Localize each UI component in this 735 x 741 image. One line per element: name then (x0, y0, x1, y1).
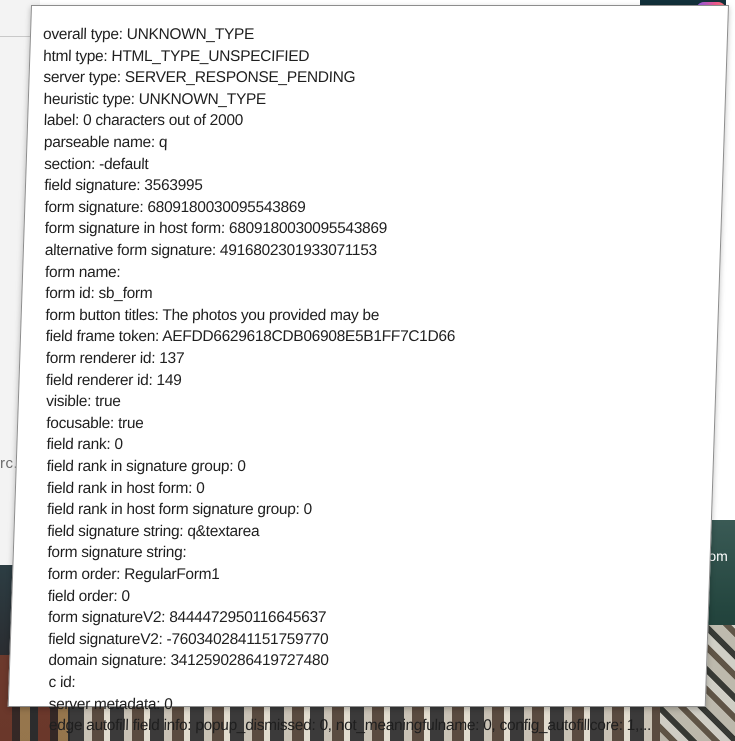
debug-line: field rank in host form signature group:… (46, 501, 313, 519)
debug-line: section: -default (43, 155, 149, 173)
debug-line: alternative form signature: 491680230193… (44, 242, 378, 259)
debug-line: label: 0 characters out of 2000 (43, 112, 244, 130)
debug-line: field frame token: AEFDD6629618CDB06908E… (45, 328, 456, 346)
debug-line: form signature string: (47, 544, 187, 562)
debug-line: field rank: 0 (46, 436, 124, 454)
debug-line: edge autofill field info: popup_dismisse… (48, 717, 652, 735)
debug-line: form id: sb_form (44, 285, 153, 303)
debug-line: overall type: UNKNOWN_TYPE (42, 26, 255, 43)
debug-line: form renderer id: 137 (45, 350, 185, 367)
debug-line: focusable: true (46, 414, 144, 432)
debug-line: form button titles: The photos you provi… (45, 306, 380, 324)
debug-line: field signatureV2: -7603402841151759770 (47, 630, 329, 648)
debug-line: form name: (44, 263, 121, 281)
debug-line: c id: (48, 674, 76, 691)
debug-line: server metadata: 0 (48, 695, 173, 713)
debug-line: form signature in host form: 68091800300… (44, 220, 388, 238)
debug-line: field renderer id: 149 (45, 371, 182, 389)
debug-line: parseable name: q (43, 134, 168, 151)
debug-line: field rank in host form: 0 (46, 479, 205, 497)
debug-line: form signature: 6809180030095543869 (44, 198, 306, 216)
debug-line: field signature string: q&textarea (46, 522, 260, 540)
debug-line: server type: SERVER_RESPONSE_PENDING (43, 69, 356, 87)
debug-line: visible: true (45, 393, 121, 411)
debug-line: form order: RegularForm1 (47, 566, 220, 583)
debug-line: field rank in signature group: 0 (46, 458, 246, 475)
debug-line: heuristic type: UNKNOWN_TYPE (43, 90, 267, 108)
debug-line: form signatureV2: 8444472950116645637 (47, 609, 327, 627)
autofill-debug-tooltip: overall type: UNKNOWN_TYPEhtml type: HTM… (7, 5, 729, 734)
debug-line: domain signature: 3412590286419727480 (48, 652, 329, 670)
screen: rc... Si Hello from tbreak overall type:… (0, 0, 735, 741)
debug-line: field order: 0 (47, 587, 131, 605)
debug-line: html type: HTML_TYPE_UNSPECIFIED (42, 47, 310, 65)
debug-line: field signature: 3563995 (44, 177, 203, 195)
